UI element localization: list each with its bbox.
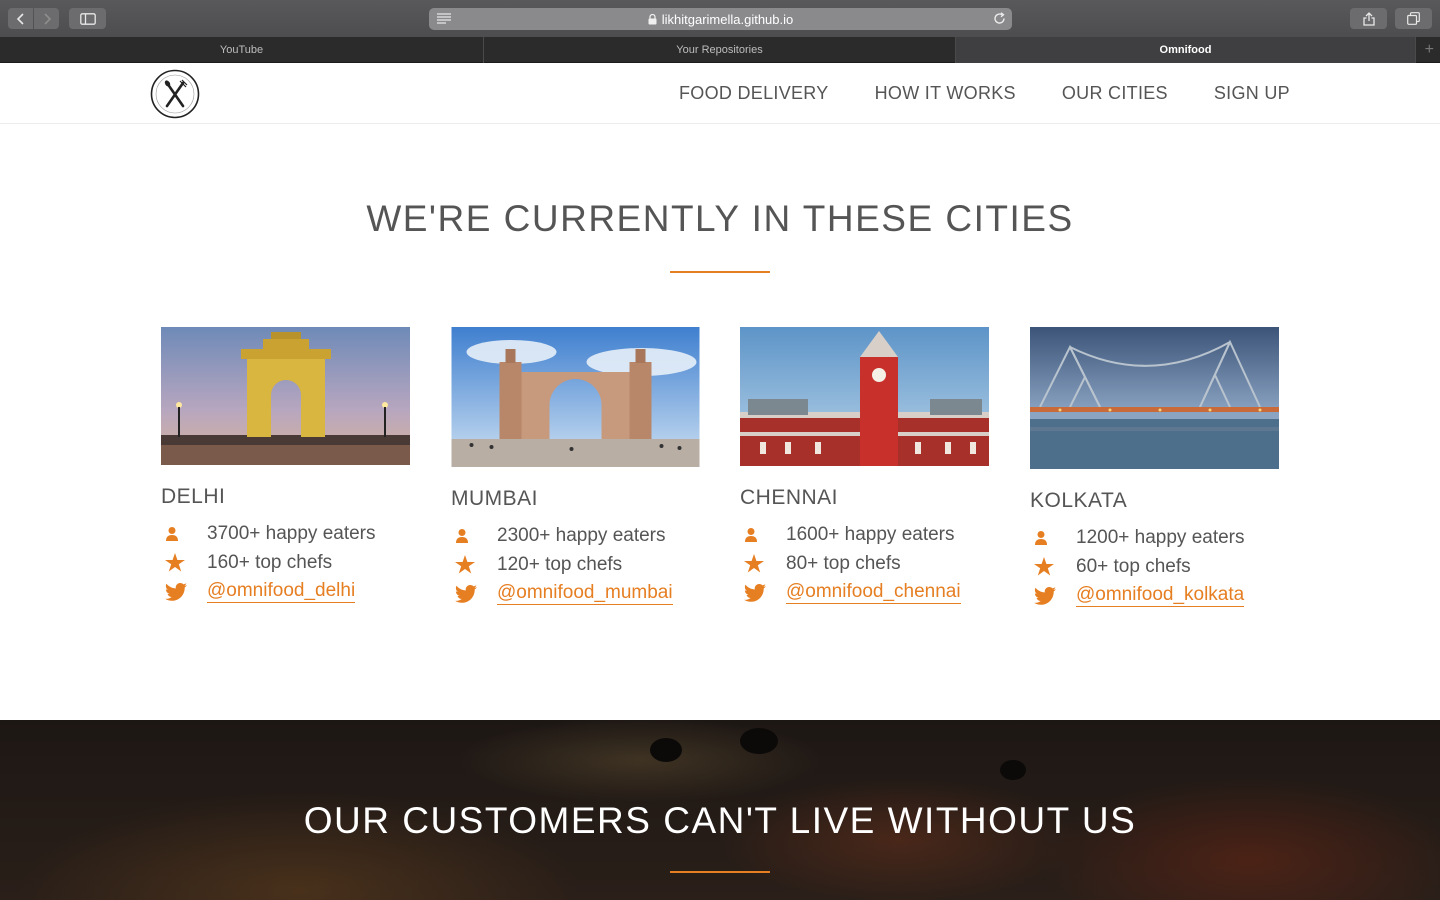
happy-eaters-text: 3700+ happy eaters: [207, 522, 376, 544]
cities-section-title: WE'RE CURRENTLY IN THESE CITIES: [366, 198, 1074, 239]
top-chefs-text: 60+ top chefs: [1076, 555, 1191, 577]
top-chefs-text: 160+ top chefs: [207, 551, 333, 573]
kolkata-photo: [1030, 327, 1279, 469]
happy-eaters-text: 2300+ happy eaters: [497, 524, 666, 546]
city-name: CHENNAI: [740, 486, 839, 509]
star-icon: [161, 553, 207, 572]
chevron-left-icon: [16, 12, 24, 25]
share-icon: [1362, 11, 1375, 26]
forward-button[interactable]: [34, 8, 59, 29]
happy-eaters-text: 1600+ happy eaters: [786, 523, 955, 545]
fork-knife-logo-icon[interactable]: [150, 69, 200, 119]
city-name: KOLKATA: [1030, 489, 1128, 512]
top-chefs-text: 120+ top chefs: [497, 553, 623, 575]
twitter-row: @omnifood_kolkata: [1030, 584, 1279, 607]
back-button[interactable]: [8, 8, 33, 29]
testimonials-title: OUR CUSTOMERS CAN'T LIVE WITHOUT US: [303, 800, 1137, 841]
testimonials-section: OUR CUSTOMERS CAN'T LIVE WITHOUT US: [0, 720, 1440, 900]
star-icon: [451, 555, 497, 574]
chefs-row: 120+ top chefs: [451, 554, 700, 575]
eaters-row: 1200+ happy eaters: [1030, 527, 1279, 548]
person-icon: [161, 526, 207, 542]
site-header: FOOD DELIVERY HOW IT WORKS OUR CITIES SI…: [0, 63, 1440, 124]
nav-how-it-works[interactable]: HOW IT WORKS: [875, 83, 1016, 104]
person-icon: [451, 528, 497, 544]
city-card-kolkata: KOLKATA 1200+ happy eaters 60+ top chefs…: [1030, 327, 1279, 607]
person-icon: [740, 527, 786, 543]
delhi-photo: [161, 327, 410, 465]
star-icon: [740, 554, 786, 573]
happy-eaters-text: 1200+ happy eaters: [1076, 526, 1245, 548]
mumbai-photo: [451, 327, 700, 467]
pizza-olive-decoration: [1000, 760, 1026, 780]
nav-sign-up[interactable]: SIGN UP: [1214, 83, 1290, 104]
tab-bar: YouTube Your Repositories Omnifood +: [0, 37, 1440, 63]
chefs-row: 60+ top chefs: [1030, 556, 1279, 577]
eaters-row: 2300+ happy eaters: [451, 525, 700, 546]
eaters-row: 1600+ happy eaters: [740, 524, 989, 545]
twitter-handle-link[interactable]: @omnifood_delhi: [207, 580, 356, 603]
main-menu: FOOD DELIVERY HOW IT WORKS OUR CITIES SI…: [679, 63, 1290, 124]
city-name: MUMBAI: [451, 487, 538, 510]
twitter-handle-link[interactable]: @omnifood_mumbai: [497, 582, 673, 605]
sidebar-icon: [79, 12, 96, 25]
new-tab-button[interactable]: +: [1425, 41, 1434, 59]
twitter-icon: [451, 584, 497, 603]
twitter-handle-link[interactable]: @omnifood_kolkata: [1076, 584, 1245, 607]
tabs-overview-icon: [1407, 12, 1420, 25]
url-text: likhitgarimella.github.io: [661, 11, 794, 27]
chefs-row: 80+ top chefs: [740, 553, 989, 574]
share-button[interactable]: [1350, 8, 1387, 29]
twitter-row: @omnifood_chennai: [740, 581, 989, 604]
chennai-photo: [740, 327, 989, 466]
title-divider: [670, 871, 770, 873]
tab-omnifood[interactable]: Omnifood: [956, 37, 1416, 63]
pizza-olive-decoration: [740, 728, 778, 754]
city-card-delhi: DELHI 3700+ happy eaters 160+ top chefs …: [161, 327, 410, 603]
reader-icon[interactable]: [437, 13, 451, 24]
person-icon: [1030, 530, 1076, 546]
pizza-olive-decoration: [650, 738, 682, 762]
nav-our-cities[interactable]: OUR CITIES: [1062, 83, 1168, 104]
twitter-icon: [740, 583, 786, 602]
twitter-row: @omnifood_mumbai: [451, 582, 700, 605]
tab-overview-button[interactable]: [1395, 8, 1432, 29]
city-name: DELHI: [161, 485, 226, 508]
sidebar-toggle-button[interactable]: [69, 8, 106, 29]
tab-your-repositories[interactable]: Your Repositories: [484, 37, 956, 63]
star-icon: [1030, 557, 1076, 576]
address-bar[interactable]: likhitgarimella.github.io: [429, 8, 1012, 30]
city-card-mumbai: MUMBAI 2300+ happy eaters 120+ top chefs…: [451, 327, 700, 605]
title-divider: [670, 271, 770, 273]
twitter-icon: [1030, 586, 1076, 605]
nav-food-delivery[interactable]: FOOD DELIVERY: [679, 83, 829, 104]
chefs-row: 160+ top chefs: [161, 552, 410, 573]
chevron-right-icon: [43, 12, 51, 25]
twitter-handle-link[interactable]: @omnifood_chennai: [786, 581, 961, 604]
browser-toolbar: likhitgarimella.github.io: [0, 0, 1440, 37]
reload-icon[interactable]: [993, 12, 1006, 25]
eaters-row: 3700+ happy eaters: [161, 523, 410, 544]
twitter-row: @omnifood_delhi: [161, 580, 410, 603]
top-chefs-text: 80+ top chefs: [786, 552, 901, 574]
lock-icon: [648, 13, 657, 24]
twitter-icon: [161, 582, 207, 601]
city-card-chennai: CHENNAI 1600+ happy eaters 80+ top chefs…: [740, 327, 989, 604]
history-nav: [8, 8, 59, 29]
tab-youtube[interactable]: YouTube: [0, 37, 484, 63]
